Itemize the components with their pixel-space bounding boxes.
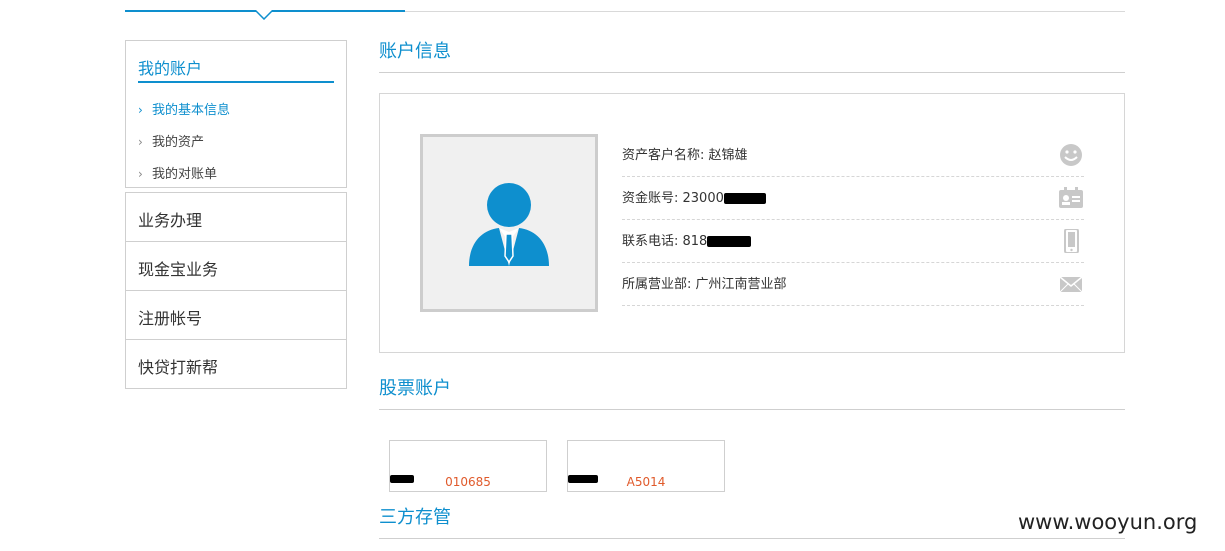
customer-name-row: 资产客户名称: 赵锦雄 <box>622 133 1084 177</box>
customer-name-text: 资产客户名称: 赵锦雄 <box>622 148 748 163</box>
sidebar-item-statement[interactable]: › 我的对账单 <box>138 163 217 182</box>
chevron-right-icon: › <box>138 103 143 117</box>
sidebar-heading-underline <box>138 81 334 83</box>
sidebar-item-cash-treasure[interactable]: 现金宝业务 <box>125 241 347 291</box>
section-divider <box>379 409 1125 410</box>
sidebar-item-label: 我的基本信息 <box>152 103 231 118</box>
branch-text: 所属营业部: 广州江南营业部 <box>622 277 787 292</box>
phone-value: 联系电话: 818 <box>622 234 708 249</box>
redaction-mask <box>707 236 752 247</box>
account-info-title: 账户信息 <box>379 41 451 62</box>
sidebar-item-label: 现金宝业务 <box>138 260 219 279</box>
sidebar-item-label: 我的资产 <box>152 135 205 150</box>
tab-pointer-icon <box>255 10 273 20</box>
fund-account-row: 资金账号: 23000 <box>622 176 1084 220</box>
sidebar-item-label: 注册帐号 <box>138 309 203 328</box>
redaction-mask <box>723 193 766 204</box>
phone-row: 联系电话: 818 <box>622 219 1084 263</box>
sidebar-account-panel: 我的账户 › 我的基本信息 › 我的资产 › 我的对账单 <box>125 40 347 188</box>
smiley-icon <box>1060 144 1082 166</box>
redaction-mask <box>390 475 414 483</box>
section-divider <box>379 538 1125 539</box>
fund-account-text: 资金账号: 23000 <box>622 187 766 206</box>
sidebar-item-label: 快贷打新帮 <box>138 358 219 377</box>
section-divider <box>379 72 1125 73</box>
fund-account-value: 资金账号: 23000 <box>622 191 724 206</box>
avatar <box>420 134 598 312</box>
stock-accounts-title: 股票账户 <box>379 378 451 399</box>
redaction-mask <box>568 475 598 483</box>
account-info-card: 资产客户名称: 赵锦雄 资金账号: 23000 联系电话: 818 所属营业部:… <box>379 93 1125 353</box>
chevron-right-icon: › <box>138 135 143 149</box>
phone-text: 联系电话: 818 <box>622 230 752 249</box>
phone-icon <box>1064 229 1079 253</box>
stock-account-card-1[interactable]: 010685 <box>389 440 547 492</box>
sidebar-item-label: 我的对账单 <box>152 167 218 182</box>
sidebar-account-heading[interactable]: 我的账户 <box>138 55 202 79</box>
chevron-right-icon: › <box>138 167 143 181</box>
branch-row: 所属营业部: 广州江南营业部 <box>622 262 1084 306</box>
watermark-text: www.wooyun.org <box>1018 510 1198 534</box>
sidebar-item-business[interactable]: 业务办理 <box>125 192 347 242</box>
sidebar-item-register[interactable]: 注册帐号 <box>125 290 347 340</box>
sidebar-item-quick-loan[interactable]: 快贷打新帮 <box>125 339 347 389</box>
third-party-custody-title: 三方存管 <box>379 507 451 528</box>
id-card-icon <box>1059 187 1083 208</box>
sidebar-item-basic-info[interactable]: › 我的基本信息 <box>138 99 230 118</box>
user-avatar-icon <box>469 183 549 266</box>
sidebar-item-label: 业务办理 <box>138 211 203 230</box>
stock-account-card-2[interactable]: A5014 <box>567 440 725 492</box>
sidebar-item-assets[interactable]: › 我的资产 <box>138 131 204 150</box>
mail-icon <box>1059 276 1083 293</box>
